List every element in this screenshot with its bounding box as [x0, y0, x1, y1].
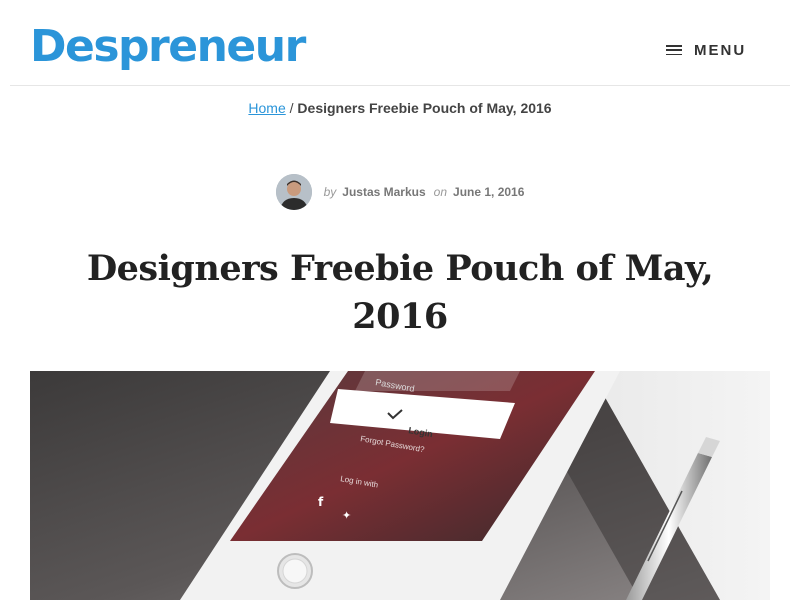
breadcrumb-home-link[interactable]: Home [248, 100, 285, 116]
site-logo[interactable]: Despreneur [30, 22, 306, 72]
article-title: Designers Freebie Pouch of May, 2016 [86, 248, 714, 337]
breadcrumb-separator: / [289, 100, 294, 116]
facebook-icon: f [318, 495, 324, 509]
hamburger-menu-icon [666, 45, 682, 55]
post-byline: by Justas Markus on June 1, 2016 [0, 174, 800, 210]
menu-label: MENU [694, 41, 747, 59]
byline-on: on [433, 185, 448, 199]
author-name-link[interactable]: Justas Markus [342, 185, 425, 199]
site-header: Despreneur MENU [0, 0, 800, 86]
twitter-icon: ✦ [342, 509, 351, 522]
header-divider [10, 85, 790, 86]
author-avatar[interactable] [275, 174, 312, 210]
breadcrumb-current: Designers Freebie Pouch of May, 2016 [297, 100, 552, 116]
byline-by: by [323, 185, 337, 199]
hero-image: Password Login Forgot Password? Log in w… [30, 371, 770, 600]
post-date: June 1, 2016 [453, 185, 525, 199]
menu-button[interactable]: MENU [666, 38, 746, 62]
breadcrumb: Home / Designers Freebie Pouch of May, 2… [0, 100, 800, 116]
